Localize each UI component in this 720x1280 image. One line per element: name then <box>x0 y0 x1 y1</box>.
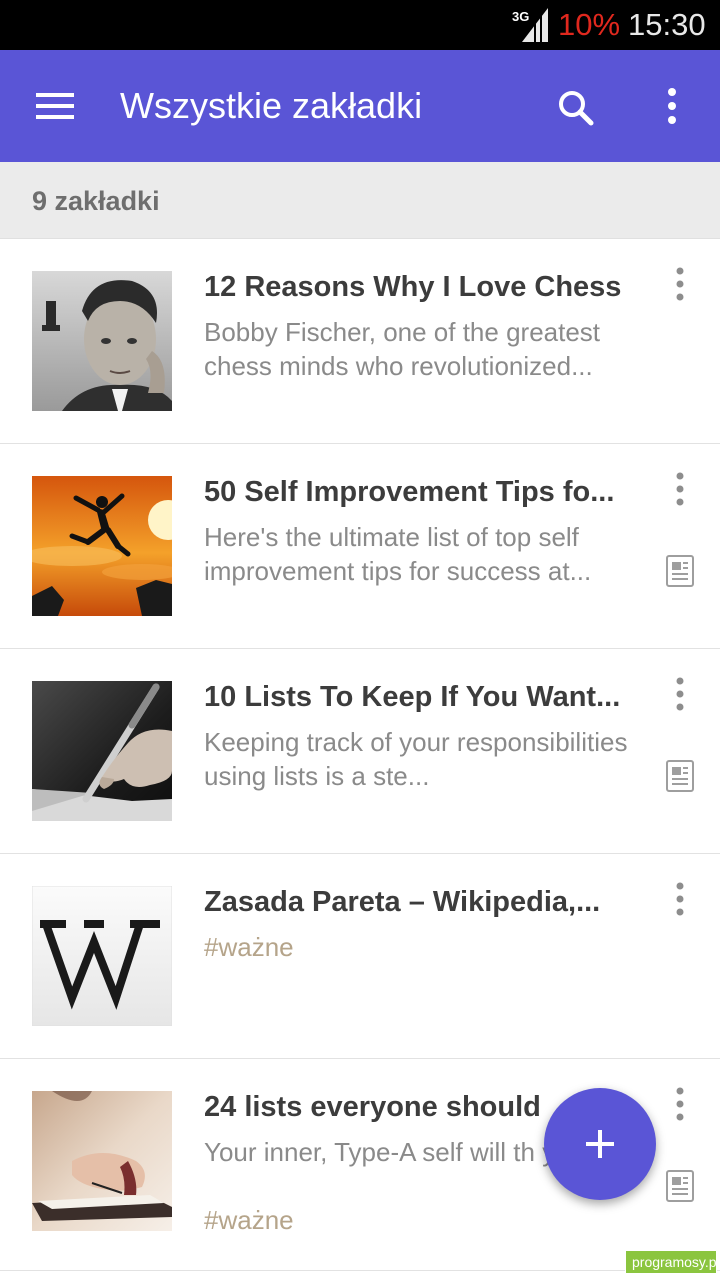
search-button[interactable] <box>548 80 604 136</box>
bookmark-tag[interactable]: #ważne <box>204 1203 294 1237</box>
list-item[interactable]: 50 Self Improvement Tips fo... Here's th… <box>0 444 720 649</box>
bookmark-title: Zasada Pareta – Wikipedia,... <box>204 886 601 918</box>
battery-percentage: 10% <box>558 7 621 42</box>
bookmark-thumbnail <box>32 476 172 616</box>
page-title: Wszystkie zakładki <box>120 85 423 126</box>
bookmark-title: 12 Reasons Why I Love Chess <box>204 271 622 303</box>
bookmark-count: 9 zakładki <box>32 186 160 216</box>
article-icon <box>664 759 696 793</box>
more-vert-icon <box>676 267 684 301</box>
bookmark-title: 50 Self Improvement Tips fo... <box>204 476 615 508</box>
hamburger-menu-icon <box>36 93 74 119</box>
more-vert-icon <box>676 882 684 916</box>
watermark: programosy.pl <box>625 1250 720 1274</box>
item-more-button[interactable] <box>664 880 696 920</box>
item-more-button[interactable] <box>664 675 696 715</box>
item-more-button[interactable] <box>664 470 696 510</box>
signal-icon: 3G <box>512 8 548 42</box>
item-more-button[interactable] <box>664 265 696 305</box>
bookmark-count-header: 9 zakładki <box>0 162 720 239</box>
bookmark-thumbnail <box>32 271 172 411</box>
more-options-button[interactable] <box>648 80 696 136</box>
article-icon <box>664 1169 696 1203</box>
search-icon <box>559 91 594 126</box>
list-item[interactable]: Zasada Pareta – Wikipedia,... #ważne <box>0 854 720 1059</box>
bookmark-tag[interactable]: #ważne <box>204 930 294 964</box>
bookmark-thumbnail <box>32 681 172 821</box>
network-type-label: 3G <box>512 9 529 24</box>
bookmark-description: Keeping track of your responsibilities u… <box>204 727 628 791</box>
bookmark-description: Here's the ultimate list of top self imp… <box>204 522 592 586</box>
plus-icon <box>586 1130 614 1158</box>
list-item[interactable]: 10 Lists To Keep If You Want... Keeping … <box>0 649 720 854</box>
more-vert-icon <box>668 88 676 124</box>
bookmark-description: Bobby Fischer, one of the greatest chess… <box>204 317 601 381</box>
status-bar: 3G 10% 15:30 <box>0 0 720 50</box>
clock: 15:30 <box>628 7 706 42</box>
hamburger-menu-button[interactable] <box>24 78 88 134</box>
watermark-text: programosy.pl <box>632 1254 720 1270</box>
app-bar: Wszystkie zakładki <box>0 50 720 162</box>
list-item[interactable]: 12 Reasons Why I Love Chess Bobby Fische… <box>0 239 720 444</box>
bookmark-thumbnail <box>32 1091 172 1231</box>
bookmark-title: 10 Lists To Keep If You Want... <box>204 681 621 713</box>
add-bookmark-button[interactable] <box>544 1088 656 1200</box>
more-vert-icon <box>676 677 684 711</box>
article-icon <box>664 554 696 588</box>
more-vert-icon <box>676 472 684 506</box>
more-vert-icon <box>676 1087 684 1121</box>
bookmark-thumbnail <box>32 886 172 1026</box>
item-more-button[interactable] <box>664 1085 696 1125</box>
